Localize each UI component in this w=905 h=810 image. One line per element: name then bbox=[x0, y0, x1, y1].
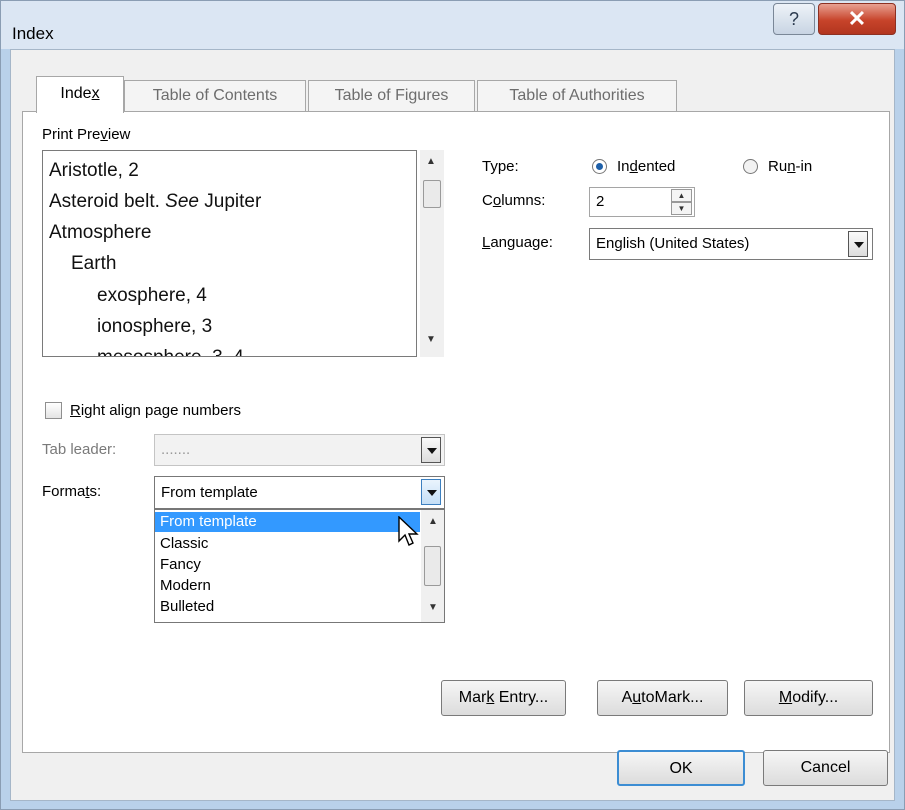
formats-select[interactable]: From template bbox=[154, 476, 445, 509]
formats-dropdown-list[interactable]: From template Classic Fancy Modern Bulle… bbox=[154, 509, 445, 623]
preview-line: exosphere, 4 bbox=[97, 285, 207, 306]
indented-radio[interactable] bbox=[592, 159, 607, 174]
chevron-down-icon[interactable] bbox=[421, 479, 441, 505]
preview-line: ionosphere, 3 bbox=[97, 316, 213, 337]
tab-leader-select[interactable]: ....... bbox=[154, 434, 445, 466]
indented-label[interactable]: Indented bbox=[617, 158, 675, 175]
tab-leader-value: ....... bbox=[161, 441, 191, 458]
cancel-button[interactable]: Cancel bbox=[763, 750, 888, 786]
title-bar[interactable] bbox=[1, 1, 904, 49]
preview-line: Aristotle, 2 bbox=[49, 160, 139, 181]
spin-up-icon[interactable]: ▲ bbox=[671, 189, 692, 202]
formats-value: From template bbox=[161, 484, 258, 501]
scroll-down-icon[interactable]: ▼ bbox=[428, 602, 438, 613]
scroll-thumb[interactable] bbox=[424, 546, 441, 586]
list-scrollbar[interactable]: ▲ ▼ bbox=[421, 510, 444, 622]
tab-table-of-authorities[interactable]: Table of Authorities bbox=[477, 80, 677, 112]
ok-button[interactable]: OK bbox=[617, 750, 745, 786]
right-align-checkbox[interactable] bbox=[45, 402, 62, 419]
type-label: Type: bbox=[482, 158, 519, 175]
formats-label: Formats: bbox=[42, 483, 102, 500]
radio-selected-dot bbox=[596, 163, 603, 170]
list-item[interactable]: Modern bbox=[155, 576, 420, 596]
preview-line: Asteroid belt. See Jupiter bbox=[49, 191, 262, 212]
preview-scrollbar[interactable]: ▲ ▼ bbox=[420, 150, 444, 357]
close-icon: ✕ bbox=[847, 6, 867, 31]
tab-leader-label: Tab leader: bbox=[42, 441, 117, 458]
scroll-down-icon[interactable]: ▼ bbox=[426, 334, 436, 345]
chevron-down-icon[interactable] bbox=[421, 437, 441, 463]
list-item[interactable]: Classic bbox=[155, 534, 420, 554]
preview-line: Earth bbox=[71, 253, 117, 274]
modify-button[interactable]: Modify... bbox=[744, 680, 873, 716]
preview-line: Atmosphere bbox=[49, 222, 152, 243]
tab-table-of-contents[interactable]: Table of Contents bbox=[124, 80, 306, 112]
print-preview-box: Aristotle, 2 Asteroid belt. See Jupiter … bbox=[42, 150, 417, 357]
scroll-up-icon[interactable]: ▲ bbox=[428, 516, 438, 527]
list-item[interactable]: Fancy bbox=[155, 555, 420, 575]
help-button[interactable]: ? bbox=[773, 3, 815, 35]
mouse-cursor-icon bbox=[398, 516, 419, 546]
tab-index[interactable]: Index bbox=[36, 76, 124, 113]
button-bar bbox=[11, 760, 894, 800]
close-button[interactable]: ✕ bbox=[818, 3, 896, 35]
spin-down-icon[interactable]: ▼ bbox=[671, 202, 692, 215]
preview-line: mesosphere, 3–4 bbox=[97, 347, 244, 356]
run-in-label[interactable]: Run-in bbox=[768, 158, 812, 175]
print-preview-label: Print Preview bbox=[42, 126, 131, 143]
tab-table-of-figures[interactable]: Table of Figures bbox=[308, 80, 475, 112]
question-icon: ? bbox=[788, 9, 799, 29]
language-select[interactable]: English (United States) bbox=[589, 228, 873, 260]
run-in-radio[interactable] bbox=[743, 159, 758, 174]
language-label: Language: bbox=[482, 234, 553, 251]
list-item[interactable]: From template bbox=[155, 512, 420, 532]
list-item[interactable]: Bulleted bbox=[155, 597, 420, 617]
columns-value: 2 bbox=[596, 193, 605, 210]
mark-entry-button[interactable]: Mark Entry... bbox=[441, 680, 566, 716]
chevron-down-icon[interactable] bbox=[848, 231, 868, 257]
window-title: Index bbox=[12, 24, 54, 43]
language-value: English (United States) bbox=[596, 235, 750, 252]
scroll-thumb[interactable] bbox=[423, 180, 441, 208]
automark-button[interactable]: AutoMark... bbox=[597, 680, 728, 716]
columns-label: Columns: bbox=[482, 192, 546, 209]
scroll-up-icon[interactable]: ▲ bbox=[426, 156, 436, 167]
right-align-label[interactable]: Right align page numbers bbox=[70, 402, 241, 419]
